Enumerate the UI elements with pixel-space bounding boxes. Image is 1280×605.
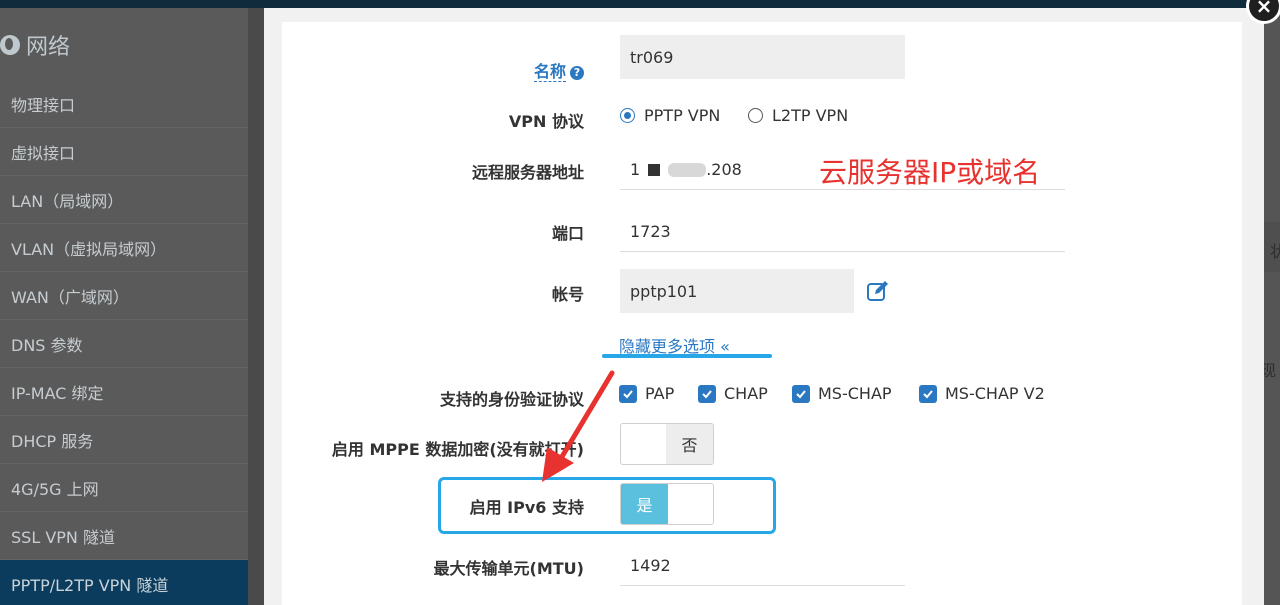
link-underline-highlight bbox=[602, 354, 772, 358]
help-icon[interactable]: ? bbox=[570, 66, 584, 80]
sidebar-title-text: 网络 bbox=[26, 35, 71, 60]
remote-server-label: 远程服务器地址 bbox=[471, 163, 584, 182]
top-bar bbox=[0, 0, 1280, 8]
sidebar-item-dns[interactable]: DNS 参数 bbox=[0, 320, 248, 368]
radio-checked-icon[interactable] bbox=[620, 108, 635, 123]
toggle-on-label: 是 bbox=[621, 484, 668, 524]
checkbox-checked-icon[interactable] bbox=[698, 384, 716, 403]
l2tp-radio-label: L2TP VPN bbox=[772, 106, 849, 125]
close-icon: × bbox=[1255, 0, 1273, 18]
edit-icon[interactable] bbox=[866, 279, 890, 303]
radio-unchecked-icon[interactable] bbox=[748, 108, 763, 123]
ms-chap-v2-label: MS-CHAP V2 bbox=[945, 384, 1045, 403]
sidebar-item-ip-mac[interactable]: IP-MAC 绑定 bbox=[0, 368, 248, 416]
sidebar-item-4g5g[interactable]: 4G/5G 上网 bbox=[0, 464, 248, 512]
chap-checkbox[interactable]: CHAP bbox=[698, 384, 768, 403]
vpn-protocol-label: VPN 协议 bbox=[508, 112, 584, 131]
redacted-block bbox=[648, 163, 661, 176]
mppe-toggle[interactable]: 否 bbox=[620, 423, 714, 465]
pap-label: PAP bbox=[645, 384, 675, 403]
sidebar: 网络 物理接口 虚拟接口 LAN（局域网） VLAN（虚拟局域网） WAN（广域… bbox=[0, 8, 248, 605]
checkbox-checked-icon[interactable] bbox=[792, 384, 810, 403]
sidebar-item-ssl-vpn[interactable]: SSL VPN 隧道 bbox=[0, 512, 248, 560]
server-annotation: 云服务器IP或域名 bbox=[819, 156, 1041, 189]
toggle-off-label: 否 bbox=[666, 424, 713, 464]
sidebar-title: 网络 bbox=[0, 30, 70, 60]
globe-icon bbox=[0, 35, 20, 55]
sidebar-item-vlan[interactable]: VLAN（虚拟局域网） bbox=[0, 224, 248, 272]
redacted-blur bbox=[668, 162, 707, 177]
port-label: 端口 bbox=[551, 224, 584, 243]
sidebar-item-virtual-interface[interactable]: 虚拟接口 bbox=[0, 128, 248, 176]
name-label: 名称? bbox=[284, 58, 584, 82]
account-label: 帐号 bbox=[551, 285, 584, 304]
server-value-prefix: 1 bbox=[630, 160, 641, 179]
ms-chap-v2-checkbox[interactable]: MS-CHAP V2 bbox=[919, 384, 1045, 403]
background-text-fragment: 状 bbox=[1270, 242, 1280, 261]
pptp-radio[interactable]: PPTP VPN bbox=[620, 106, 720, 125]
mppe-label: 启用 MPPE 数据加密(没有就打开) bbox=[331, 440, 584, 459]
server-value-suffix: .208 bbox=[706, 160, 742, 179]
checkbox-checked-icon[interactable] bbox=[919, 384, 937, 403]
name-input[interactable]: tr069 bbox=[620, 35, 905, 79]
modal-body: 名称? tr069 VPN 协议 PPTP VPN L2TP VPN 远程服务器… bbox=[282, 22, 1242, 605]
l2tp-radio[interactable]: L2TP VPN bbox=[748, 106, 848, 125]
sidebar-item-wan[interactable]: WAN（广域网） bbox=[0, 272, 248, 320]
vpn-settings-modal: 名称? tr069 VPN 协议 PPTP VPN L2TP VPN 远程服务器… bbox=[264, 8, 1264, 605]
ipv6-label: 启用 IPv6 支持 bbox=[469, 498, 584, 517]
sidebar-item-physical-interface[interactable]: 物理接口 bbox=[0, 80, 248, 128]
mtu-label: 最大传输单元(MTU) bbox=[433, 559, 584, 578]
sidebar-item-pptp-l2tp[interactable]: PPTP/L2TP VPN 隧道 bbox=[0, 560, 248, 605]
pptp-radio-label: PPTP VPN bbox=[644, 106, 721, 125]
mtu-input[interactable]: 1492 bbox=[620, 546, 905, 586]
ipv6-toggle[interactable]: 是 bbox=[620, 483, 714, 525]
ms-chap-label: MS-CHAP bbox=[818, 384, 892, 403]
red-arrow-annotation bbox=[542, 370, 615, 482]
sidebar-item-lan[interactable]: LAN（局域网） bbox=[0, 176, 248, 224]
name-label-text[interactable]: 名称 bbox=[533, 62, 566, 82]
ms-chap-checkbox[interactable]: MS-CHAP bbox=[792, 384, 892, 403]
sidebar-menu: 物理接口 虚拟接口 LAN（局域网） VLAN（虚拟局域网） WAN（广域网） … bbox=[0, 80, 248, 605]
port-input[interactable]: 1723 bbox=[620, 212, 1065, 252]
account-input[interactable]: pptp101 bbox=[620, 269, 854, 313]
chap-label: CHAP bbox=[724, 384, 768, 403]
